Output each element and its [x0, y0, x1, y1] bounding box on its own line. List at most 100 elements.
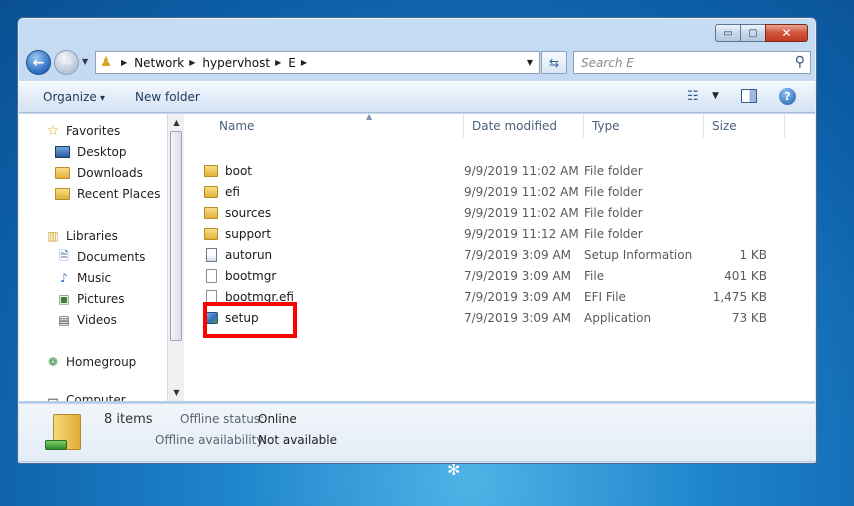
- column-header-label: Date modified: [472, 119, 558, 133]
- file-row-boot[interactable]: boot 9/9/2019 11:02 AM File folder: [185, 161, 785, 182]
- file-type: File folder: [584, 185, 643, 199]
- file-type: EFI File: [584, 290, 626, 304]
- sidebar-item-label: Recent Places: [77, 187, 161, 201]
- offline-availability-value: Not available: [258, 433, 338, 447]
- file-type: File folder: [584, 206, 643, 220]
- explorer-window: ▭ ▢ ✕ ← → ▼ ♟ ▶ Network ▶ hypervhost ▶ E…: [17, 17, 817, 464]
- column-header-date[interactable]: Date modified: [464, 114, 584, 138]
- file-type: File folder: [584, 227, 643, 241]
- sidebar-item-label: Documents: [77, 250, 146, 264]
- sidebar-item-label: Desktop: [77, 145, 127, 159]
- file-name: setup: [225, 311, 259, 325]
- new-folder-button[interactable]: New folder: [135, 90, 200, 104]
- sidebar-item-homegroup[interactable]: ❁ Homegroup: [44, 355, 136, 369]
- sidebar-item-label: Computer: [66, 393, 126, 401]
- offline-status-label: Offline status:: [180, 412, 265, 426]
- music-icon: ♪: [60, 271, 68, 285]
- breadcrumb-network[interactable]: Network: [134, 56, 184, 70]
- videos-icon: ▤: [58, 313, 70, 327]
- sidebar-item-label: Downloads: [77, 166, 143, 180]
- recent-places-icon: [55, 188, 70, 200]
- maximize-button[interactable]: ▢: [740, 24, 766, 42]
- file-name: bootmgr: [225, 269, 277, 283]
- breadcrumb-chevron-icon[interactable]: ▶: [189, 58, 195, 67]
- column-header-name[interactable]: Name ▲: [211, 112, 464, 138]
- views-dropdown-icon[interactable]: ▼: [712, 91, 719, 101]
- windows-logo-icon: ✻: [447, 460, 461, 479]
- organize-button[interactable]: Organize: [43, 90, 105, 104]
- breadcrumb-chevron-icon[interactable]: ▶: [121, 58, 127, 67]
- file-date: 7/9/2019 3:09 AM: [464, 248, 572, 262]
- sidebar-item-libraries[interactable]: ▥ Libraries: [44, 229, 118, 243]
- scroll-down-icon[interactable]: ▼: [168, 384, 185, 401]
- forward-button[interactable]: →: [54, 50, 79, 75]
- search-input[interactable]: Search E ⚲: [573, 51, 811, 74]
- sidebar-item-documents[interactable]: 🗎 Documents: [55, 249, 146, 265]
- file-row-setup[interactable]: setup 7/9/2019 3:09 AM Application 73 KB: [185, 308, 785, 329]
- file-list: Name ▲ Date modified Type Size boot 9/9/…: [185, 112, 815, 401]
- column-header-label: Size: [712, 119, 737, 133]
- sidebar-item-recent-places[interactable]: Recent Places: [55, 187, 160, 201]
- file-row-sources[interactable]: sources 9/9/2019 11:02 AM File folder: [185, 203, 785, 224]
- sidebar-item-videos[interactable]: ▤ Videos: [55, 313, 117, 327]
- breadcrumb-hypervhost[interactable]: hypervhost: [202, 56, 270, 70]
- recent-pages-dropdown-icon[interactable]: ▼: [82, 57, 88, 66]
- sidebar-item-desktop[interactable]: Desktop: [55, 145, 127, 159]
- address-dropdown-icon[interactable]: ▼: [527, 58, 533, 67]
- content-area: ☆ Favorites Desktop Downloads Recent Pla…: [19, 112, 815, 401]
- file-type: File: [584, 269, 605, 283]
- column-header-label: Type: [592, 119, 620, 133]
- column-header-type[interactable]: Type: [584, 114, 704, 138]
- help-icon[interactable]: ?: [779, 88, 796, 105]
- scroll-up-icon[interactable]: ▲: [168, 114, 185, 131]
- scrollbar-thumb[interactable]: [170, 131, 182, 341]
- address-bar[interactable]: ♟ ▶ Network ▶ hypervhost ▶ E ▶ ▼: [95, 51, 540, 74]
- file-name: autorun: [225, 248, 273, 262]
- file-date: 9/9/2019 11:02 AM: [464, 164, 579, 178]
- sidebar-item-label: Pictures: [77, 292, 125, 306]
- caption-buttons: ▭ ▢ ✕: [715, 24, 808, 42]
- file-type: Application: [584, 311, 652, 325]
- refresh-button[interactable]: ⇆: [541, 51, 567, 74]
- minimize-button[interactable]: ▭: [715, 24, 741, 42]
- views-icon[interactable]: ☷: [687, 89, 699, 104]
- sidebar-item-music[interactable]: ♪ Music: [55, 271, 111, 285]
- file-icon: [206, 269, 217, 283]
- file-size: 1,475 KB: [712, 290, 767, 304]
- breadcrumb-chevron-icon[interactable]: ▶: [275, 58, 281, 67]
- file-row-support[interactable]: support 9/9/2019 11:12 AM File folder: [185, 224, 785, 245]
- search-icon[interactable]: ⚲: [795, 54, 805, 70]
- navigation-pane-scrollbar[interactable]: ▲ ▼: [167, 114, 184, 401]
- file-row-autorun[interactable]: autorun 7/9/2019 3:09 AM Setup Informati…: [185, 245, 785, 266]
- back-button[interactable]: ←: [26, 50, 51, 75]
- file-date: 7/9/2019 3:09 AM: [464, 290, 572, 304]
- file-row-bootmgr-efi[interactable]: bootmgr.efi 7/9/2019 3:09 AM EFI File 1,…: [185, 287, 785, 308]
- file-type: File folder: [584, 164, 643, 178]
- item-count: 8 items: [104, 412, 153, 427]
- file-date: 7/9/2019 3:09 AM: [464, 311, 572, 325]
- file-size: 401 KB: [724, 269, 767, 283]
- file-name: support: [225, 227, 272, 241]
- homegroup-icon: ❁: [47, 355, 59, 369]
- sidebar-item-computer[interactable]: ▭ Computer: [44, 393, 126, 401]
- folder-icon: [204, 165, 218, 177]
- file-date: 9/9/2019 11:12 AM: [464, 227, 579, 241]
- column-headers: Name ▲ Date modified Type Size: [185, 112, 815, 138]
- desktop-icon: [55, 146, 70, 158]
- details-pane: 8 items Offline status: Online Offline a…: [19, 403, 815, 461]
- breadcrumb-e[interactable]: E: [288, 56, 296, 70]
- sidebar-item-pictures[interactable]: ▣ Pictures: [55, 292, 125, 306]
- file-row-efi[interactable]: efi 9/9/2019 11:02 AM File folder: [185, 182, 785, 203]
- sidebar-item-label: Homegroup: [66, 355, 137, 369]
- file-date: 7/9/2019 3:09 AM: [464, 269, 572, 283]
- offline-availability-label: Offline availability:: [155, 433, 267, 447]
- column-header-size[interactable]: Size: [704, 114, 785, 138]
- close-button[interactable]: ✕: [765, 24, 808, 42]
- folder-icon: [204, 228, 218, 240]
- sidebar-item-favorites[interactable]: ☆ Favorites: [44, 123, 121, 139]
- preview-pane-icon[interactable]: [741, 89, 757, 103]
- file-name: bootmgr.efi: [225, 290, 294, 304]
- breadcrumb-chevron-icon[interactable]: ▶: [301, 58, 307, 67]
- sidebar-item-downloads[interactable]: Downloads: [55, 166, 143, 180]
- file-row-bootmgr[interactable]: bootmgr 7/9/2019 3:09 AM File 401 KB: [185, 266, 785, 287]
